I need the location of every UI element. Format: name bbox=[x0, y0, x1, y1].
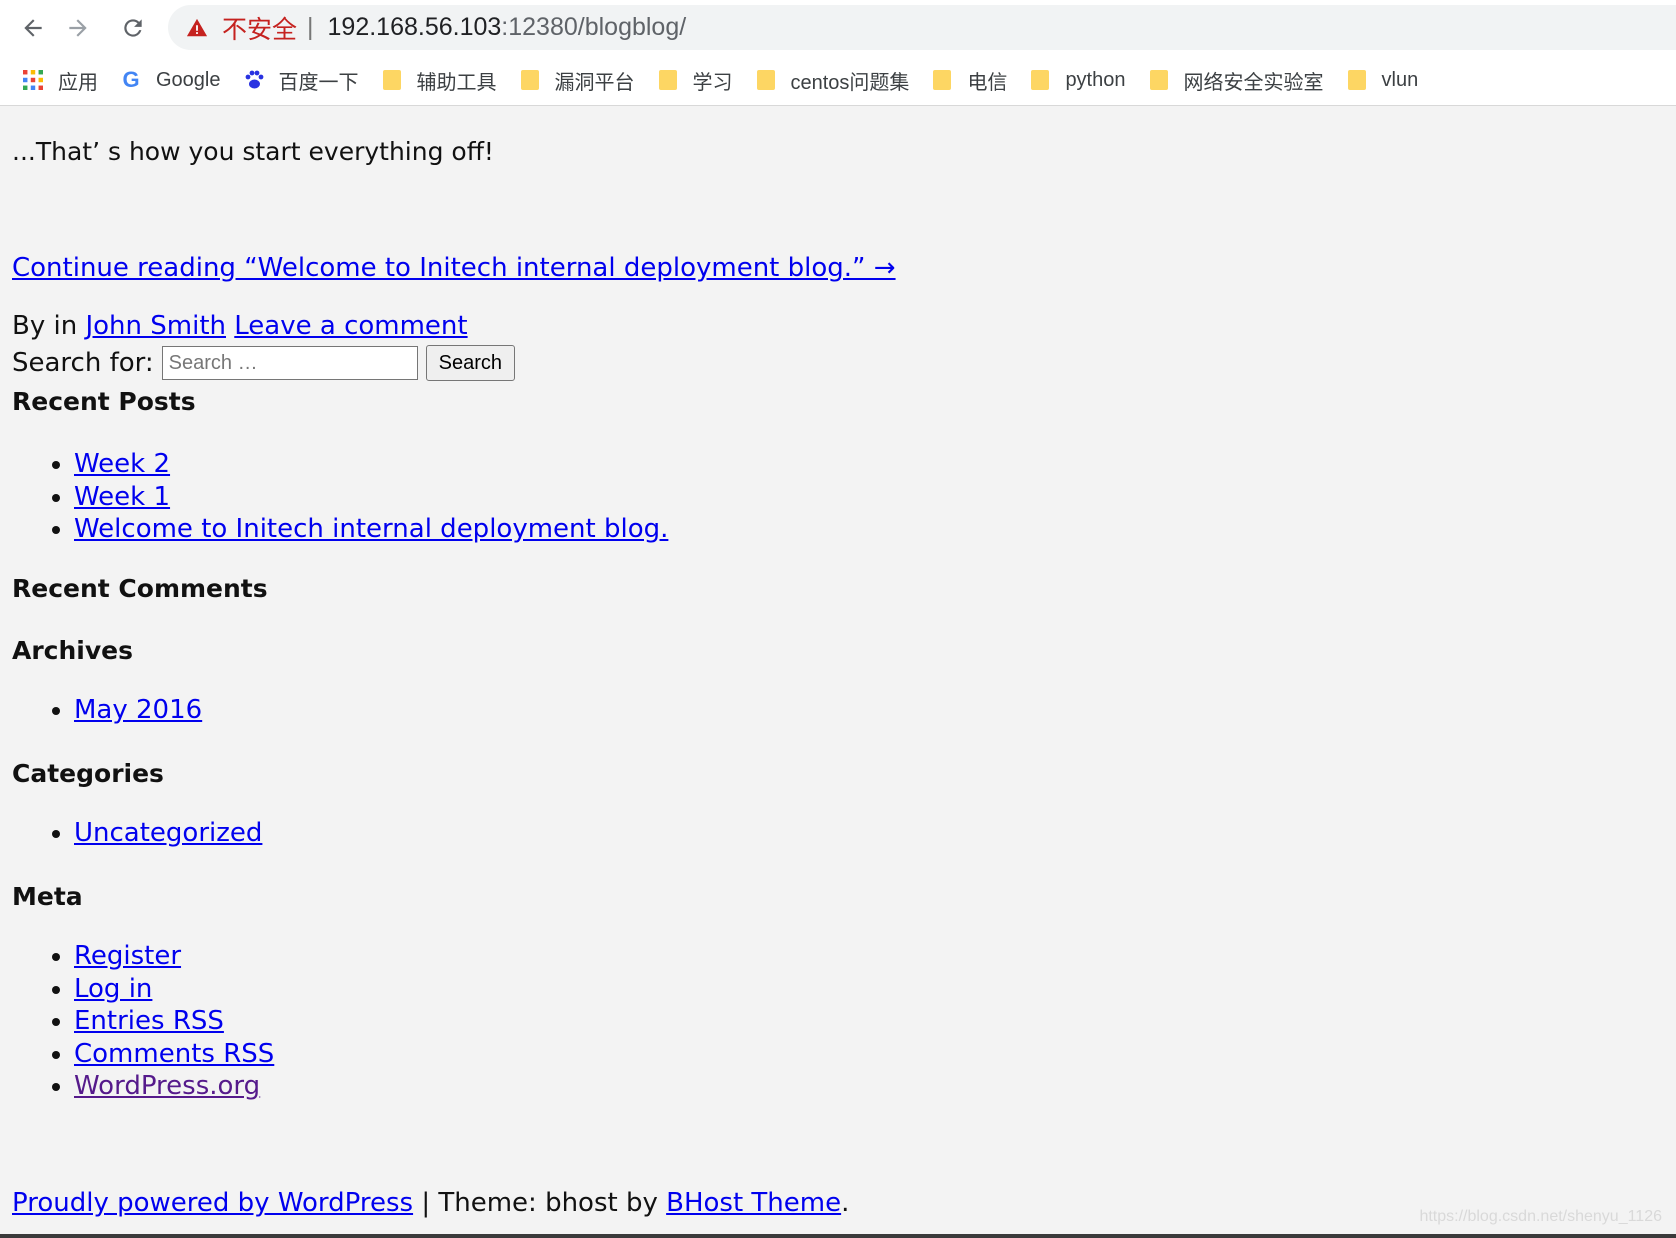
bookmark-label: 学习 bbox=[692, 71, 733, 94]
bookmark-label: centos问题集 bbox=[790, 71, 910, 94]
bookmark-label: Google bbox=[156, 68, 221, 91]
apps-grid-icon bbox=[22, 69, 44, 91]
bookmark-label: 辅助工具 bbox=[416, 71, 497, 94]
category-link[interactable]: Uncategorized bbox=[74, 818, 262, 848]
bookmark-folder-python[interactable]: python bbox=[1029, 68, 1126, 92]
bookmark-label: 电信 bbox=[967, 71, 1008, 94]
bookmark-folder-telecom[interactable]: 电信 bbox=[931, 66, 1007, 95]
search-label: Search for: bbox=[12, 348, 154, 378]
bookmark-label: 网络安全实验室 bbox=[1183, 71, 1324, 94]
url-host: 192.168.56.103 bbox=[327, 13, 502, 41]
byline-prefix: By in bbox=[12, 311, 78, 341]
warning-triangle-icon bbox=[186, 17, 208, 39]
folder-icon bbox=[519, 69, 541, 91]
bookmark-folder-centos[interactable]: centos问题集 bbox=[755, 66, 910, 95]
entries-rss-link[interactable]: Entries RSS bbox=[74, 1006, 224, 1036]
folder-icon bbox=[381, 69, 403, 91]
search-button[interactable]: Search bbox=[425, 345, 516, 381]
search-input[interactable] bbox=[161, 346, 418, 380]
bookmark-google[interactable]: G Google bbox=[120, 67, 221, 92]
meta-list: Register Log in Entries RSS Comments RSS… bbox=[12, 940, 274, 1103]
bookmark-folder-tools[interactable]: 辅助工具 bbox=[381, 66, 497, 95]
list-item: May 2016 bbox=[74, 694, 202, 727]
bookmark-folder-vuln[interactable]: 漏洞平台 bbox=[519, 66, 635, 95]
categories-heading: Categories bbox=[12, 759, 164, 788]
continue-reading-link[interactable]: Continue reading “Welcome to Initech int… bbox=[12, 253, 896, 283]
wordpress-org-link[interactable]: WordPress.org bbox=[74, 1071, 260, 1101]
footer-theme-text: | Theme: bhost by bbox=[413, 1188, 667, 1218]
post-byline: By in John Smith Leave a comment bbox=[12, 311, 468, 341]
bookmarks-bar: 应用 G Google 百度一下 辅助工具 漏洞平台 学习 centos问题集 … bbox=[0, 55, 1676, 106]
list-item: Week 2 bbox=[74, 448, 668, 481]
bookmark-label: 漏洞平台 bbox=[554, 71, 635, 94]
bookmark-label: 百度一下 bbox=[278, 71, 359, 94]
bookmark-baidu[interactable]: 百度一下 bbox=[243, 66, 359, 95]
recent-post-link[interactable]: Week 1 bbox=[74, 482, 170, 512]
register-link[interactable]: Register bbox=[74, 941, 181, 971]
archive-link[interactable]: May 2016 bbox=[74, 695, 202, 725]
reload-icon bbox=[124, 19, 142, 37]
recent-comments-heading: Recent Comments bbox=[12, 574, 268, 603]
watermark-text: https://blog.csdn.net/shenyu_1126 bbox=[1419, 1208, 1662, 1225]
search-form: Search for: Search bbox=[12, 345, 516, 381]
browser-toolbar: 不安全 | 192.168.56.103:12380/blogblog/ bbox=[0, 0, 1676, 55]
list-item: Register bbox=[74, 940, 274, 973]
arrow-right-icon bbox=[69, 19, 87, 37]
security-status[interactable]: 不安全 bbox=[222, 10, 297, 46]
arrow-left-icon bbox=[24, 19, 42, 37]
list-item: Welcome to Initech internal deployment b… bbox=[74, 513, 668, 546]
recent-post-link[interactable]: Welcome to Initech internal deployment b… bbox=[74, 514, 668, 544]
author-link[interactable]: John Smith bbox=[85, 311, 226, 341]
leave-comment-link[interactable]: Leave a comment bbox=[234, 311, 467, 341]
bookmark-label: python bbox=[1065, 68, 1126, 91]
bookmark-apps[interactable]: 应用 bbox=[22, 66, 98, 95]
folder-icon bbox=[931, 69, 953, 91]
back-button[interactable] bbox=[13, 8, 53, 48]
forward-button[interactable] bbox=[58, 8, 98, 48]
list-item: Uncategorized bbox=[74, 817, 262, 850]
bookmark-folder-study[interactable]: 学习 bbox=[657, 66, 733, 95]
folder-icon bbox=[1148, 69, 1170, 91]
post-excerpt: ...That’ s how you start everything off! bbox=[12, 137, 494, 166]
reload-button[interactable] bbox=[113, 8, 153, 48]
archives-heading: Archives bbox=[12, 636, 133, 665]
folder-icon bbox=[657, 69, 679, 91]
list-item: WordPress.org bbox=[74, 1070, 274, 1103]
url-separator: | bbox=[307, 13, 314, 41]
recent-posts-heading: Recent Posts bbox=[12, 387, 196, 416]
list-item: Comments RSS bbox=[74, 1038, 274, 1071]
address-bar[interactable]: 不安全 | 192.168.56.103:12380/blogblog/ bbox=[168, 5, 1676, 50]
bookmark-label: vlun bbox=[1381, 68, 1419, 91]
login-link[interactable]: Log in bbox=[74, 974, 152, 1004]
bookmark-folder-vlun[interactable]: vlun bbox=[1346, 68, 1419, 92]
url-path: :12380/blogblog/ bbox=[501, 13, 687, 41]
archives-list: May 2016 bbox=[12, 694, 202, 727]
folder-icon bbox=[1029, 69, 1051, 91]
comments-rss-link[interactable]: Comments RSS bbox=[74, 1039, 274, 1069]
list-item: Log in bbox=[74, 973, 274, 1006]
taskbar-edge bbox=[0, 1234, 1676, 1238]
site-footer: Proudly powered by WordPress | Theme: bh… bbox=[12, 1188, 849, 1218]
list-item: Entries RSS bbox=[74, 1005, 274, 1038]
baidu-paw-icon bbox=[243, 69, 265, 91]
powered-by-link[interactable]: Proudly powered by WordPress bbox=[12, 1188, 413, 1218]
folder-icon bbox=[1346, 69, 1368, 91]
theme-link[interactable]: BHost Theme bbox=[666, 1188, 841, 1218]
folder-icon bbox=[755, 69, 777, 91]
meta-heading: Meta bbox=[12, 882, 83, 911]
recent-posts-list: Week 2 Week 1 Welcome to Initech interna… bbox=[12, 448, 668, 546]
recent-post-link[interactable]: Week 2 bbox=[74, 449, 170, 479]
categories-list: Uncategorized bbox=[12, 817, 262, 850]
footer-period: . bbox=[841, 1188, 850, 1218]
list-item: Week 1 bbox=[74, 481, 668, 514]
google-icon: G bbox=[122, 67, 140, 92]
bookmark-label: 应用 bbox=[58, 71, 98, 94]
bookmark-folder-seclab[interactable]: 网络安全实验室 bbox=[1148, 66, 1324, 95]
